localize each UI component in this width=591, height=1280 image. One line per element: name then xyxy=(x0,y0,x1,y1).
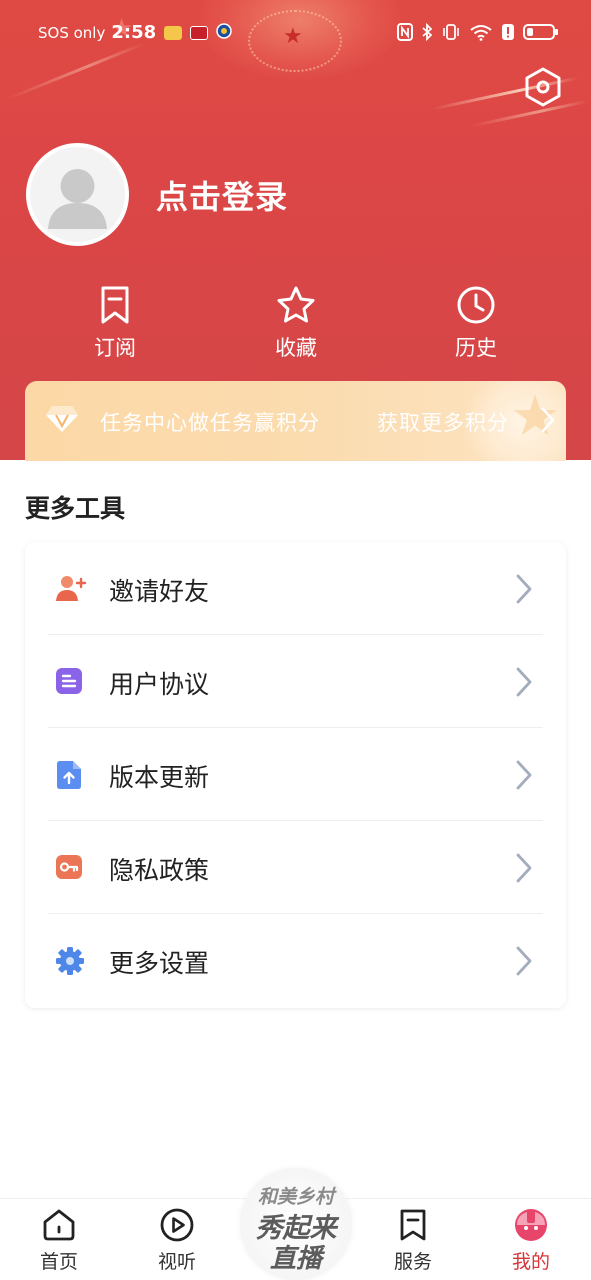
nav-label: 我的 xyxy=(511,1251,550,1273)
key-icon xyxy=(55,853,83,881)
tool-label: 隐私政策 xyxy=(109,856,210,885)
status-bar: SOS only 2:58 xyxy=(0,18,591,50)
avatar[interactable] xyxy=(26,143,129,246)
star-icon xyxy=(277,286,315,323)
tool-item-user-agreement[interactable]: 用户协议 xyxy=(25,635,566,728)
promo-line-1: 和美乡村 xyxy=(257,1186,334,1208)
nav-label: 首页 xyxy=(39,1251,78,1273)
notification-app-icon xyxy=(164,25,183,40)
favorites-label: 收藏 xyxy=(275,336,317,360)
clock-time: 2:58 xyxy=(111,22,157,43)
update-file-icon xyxy=(55,760,83,789)
task-center-banner[interactable]: ★ 任务中心做任务赢积分 获取更多积分 xyxy=(25,381,566,461)
nav-service[interactable]: 服务 xyxy=(373,1207,453,1274)
chevron-right-icon xyxy=(515,852,533,888)
profile-face-icon xyxy=(515,1209,547,1241)
history-button[interactable]: 历史 xyxy=(416,284,536,362)
default-user-icon xyxy=(48,169,107,229)
gear-icon xyxy=(55,946,84,975)
subscribe-label: 订阅 xyxy=(94,336,136,360)
tool-item-more-settings[interactable]: 更多设置 xyxy=(25,914,566,1007)
chevron-right-icon xyxy=(541,407,555,437)
play-icon xyxy=(160,1208,194,1242)
carrier-text: SOS only xyxy=(38,23,106,42)
nav-media[interactable]: 视听 xyxy=(137,1207,217,1274)
notification-app-icon xyxy=(216,22,232,43)
bluetooth-icon xyxy=(421,23,433,41)
notification-app-icon xyxy=(190,25,209,40)
tool-label: 邀请好友 xyxy=(109,577,210,606)
header-decor-streak xyxy=(4,42,146,101)
chevron-right-icon xyxy=(515,759,533,795)
tools-card: 邀请好友 用户协议 版本更新 隐私政策 更多设置 xyxy=(25,542,566,1008)
bookmark-icon xyxy=(400,1209,426,1241)
favorites-button[interactable]: 收藏 xyxy=(236,284,356,362)
promo-line-3: 直播 xyxy=(269,1244,322,1274)
nav-label: 视听 xyxy=(157,1251,196,1273)
alert-icon xyxy=(501,23,515,41)
tool-label: 用户协议 xyxy=(109,670,210,699)
hex-settings-icon xyxy=(525,67,561,107)
clock-icon xyxy=(457,286,495,324)
nav-label: 服务 xyxy=(393,1251,432,1273)
battery-icon xyxy=(523,24,558,40)
document-icon xyxy=(55,667,83,695)
home-icon xyxy=(43,1209,75,1241)
earn-points-link[interactable]: 获取更多积分 xyxy=(377,407,509,437)
tool-label: 版本更新 xyxy=(109,763,210,792)
tool-label: 更多设置 xyxy=(109,949,210,978)
nfc-icon xyxy=(397,23,413,41)
live-promo-button[interactable]: 和美乡村 秀起来 直播 xyxy=(240,1168,352,1280)
tool-item-privacy-policy[interactable]: 隐私政策 xyxy=(25,821,566,914)
wifi-icon xyxy=(469,23,493,41)
tool-item-version-update[interactable]: 版本更新 xyxy=(25,728,566,821)
login-button[interactable]: 点击登录 xyxy=(156,172,288,218)
task-center-text: 任务中心做任务赢积分 xyxy=(100,411,320,435)
chevron-right-icon xyxy=(515,666,533,702)
chevron-right-icon xyxy=(515,945,533,981)
diamond-icon xyxy=(45,404,79,438)
bookmark-icon xyxy=(101,286,129,324)
nav-home[interactable]: 首页 xyxy=(19,1207,99,1274)
tool-item-invite-friends[interactable]: 邀请好友 xyxy=(25,542,566,635)
history-label: 历史 xyxy=(455,336,497,360)
subscribe-button[interactable]: 订阅 xyxy=(55,284,175,362)
invite-friend-icon xyxy=(55,574,87,602)
settings-button[interactable] xyxy=(522,66,564,108)
vibrate-icon xyxy=(441,23,461,41)
chevron-right-icon xyxy=(515,573,533,609)
more-tools-title: 更多工具 xyxy=(25,494,126,523)
nav-mine[interactable]: 我的 xyxy=(491,1207,571,1274)
